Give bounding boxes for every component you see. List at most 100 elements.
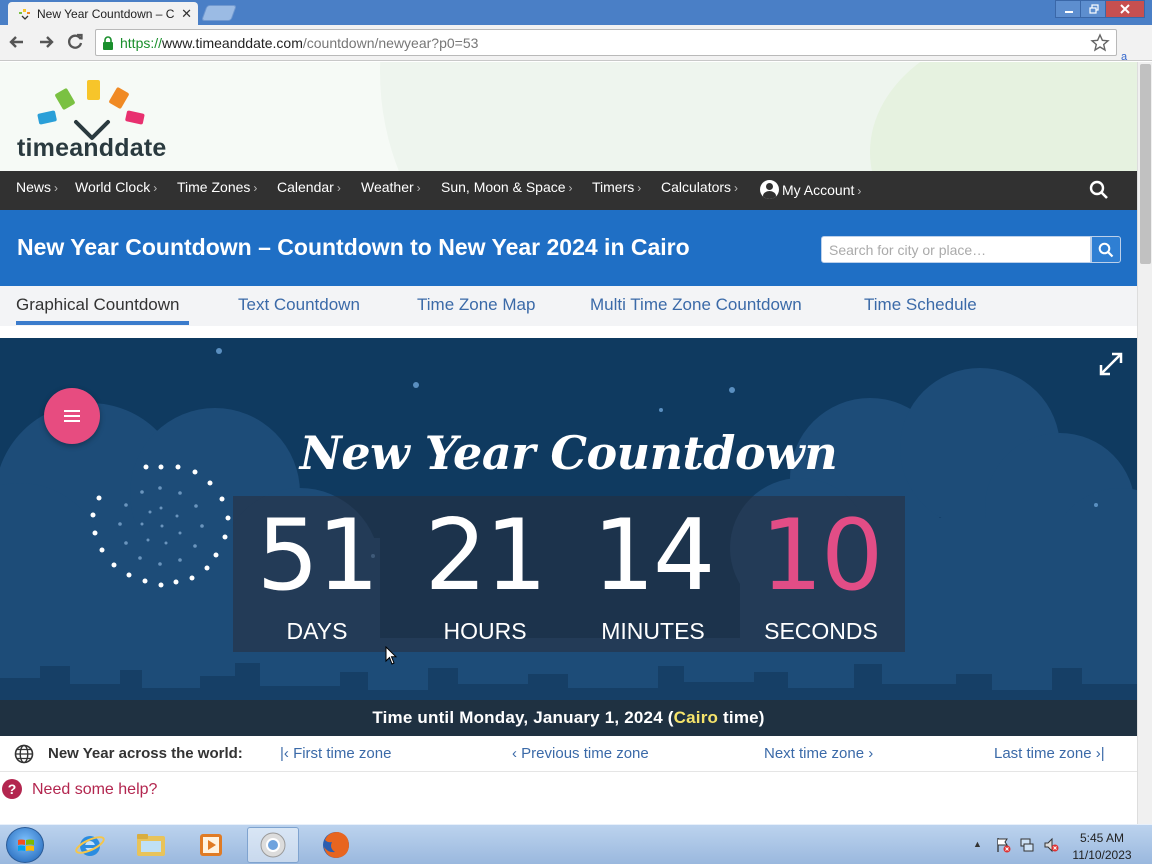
scrollbar-thumb[interactable] bbox=[1140, 64, 1151, 264]
countdown-hours: 21 HOURS bbox=[401, 496, 569, 645]
address-bar[interactable]: https://www.timeanddate.com/countdown/ne… bbox=[95, 29, 1117, 56]
chevron-right-icon: › bbox=[857, 184, 862, 198]
days-label: DAYS bbox=[286, 618, 348, 644]
nav-sun-moon-space[interactable]: Sun, Moon & Space › bbox=[441, 171, 573, 210]
main-navigation: News › World Clock › Time Zones › Calendar ›… bbox=[0, 171, 1137, 210]
action-center-flag-icon[interactable] bbox=[995, 837, 1011, 853]
search-button[interactable] bbox=[1091, 236, 1121, 263]
taskbar-internet-explorer[interactable] bbox=[64, 827, 116, 863]
windows-taskbar: ▲ 5:45 AM 11/10/2023 bbox=[0, 824, 1152, 864]
chrome-icon bbox=[260, 832, 286, 858]
target-city-link[interactable]: Cairo bbox=[674, 708, 718, 727]
nav-label: World Clock bbox=[75, 179, 151, 195]
forward-button[interactable] bbox=[35, 31, 57, 53]
world-label: New Year across the world: bbox=[48, 745, 243, 762]
tab-close-icon[interactable]: ✕ bbox=[181, 6, 192, 22]
countdown-seconds: 10 SECONDS bbox=[737, 496, 905, 645]
arrow-right-icon bbox=[40, 36, 54, 48]
tab-multi-time-zone-countdown[interactable]: Multi Time Zone Countdown bbox=[590, 295, 802, 315]
taskbar-firefox[interactable] bbox=[310, 827, 362, 863]
subtab-bar: Graphical Countdown Text Countdown Time … bbox=[0, 286, 1137, 326]
active-tab-indicator bbox=[16, 321, 189, 325]
previous-label: Previous time zone bbox=[521, 745, 649, 762]
nav-timers[interactable]: Timers › bbox=[592, 171, 641, 210]
tab-graphical-countdown[interactable]: Graphical Countdown bbox=[16, 295, 179, 315]
url-scheme: https:// bbox=[120, 34, 163, 51]
taskbar-file-explorer[interactable] bbox=[125, 827, 177, 863]
web-page: timeanddate News › World Clock › Time Zone… bbox=[0, 62, 1137, 824]
lock-icon bbox=[103, 35, 113, 50]
nav-world-clock[interactable]: World Clock › bbox=[75, 171, 157, 210]
nav-label: My Account bbox=[782, 182, 855, 198]
minutes-value: 14 bbox=[592, 499, 716, 613]
tab-text-countdown[interactable]: Text Countdown bbox=[238, 295, 360, 315]
tab-time-zone-map[interactable]: Time Zone Map bbox=[417, 295, 535, 315]
nav-label: Sun, Moon & Space bbox=[441, 179, 566, 195]
chevron-right-icon: › bbox=[864, 745, 874, 762]
search-input[interactable] bbox=[821, 236, 1091, 263]
tab-time-schedule[interactable]: Time Schedule bbox=[864, 295, 977, 315]
nav-label: Weather bbox=[361, 179, 414, 195]
chevron-right-icon: › bbox=[54, 181, 59, 195]
start-button[interactable] bbox=[6, 827, 44, 863]
nav-weather[interactable]: Weather › bbox=[361, 171, 421, 210]
windows-logo-icon bbox=[18, 839, 34, 851]
nav-label: Calculators bbox=[661, 179, 732, 195]
reload-icon bbox=[68, 33, 83, 49]
clock-time[interactable]: 5:45 AM bbox=[1068, 831, 1136, 845]
days-value: 51 bbox=[256, 499, 380, 613]
page-scrollbar[interactable] bbox=[1137, 62, 1152, 824]
nav-time-zones[interactable]: Time Zones › bbox=[177, 171, 257, 210]
minimize-icon bbox=[1065, 11, 1073, 13]
chevron-right-icon: › bbox=[253, 181, 258, 195]
search-icon bbox=[1098, 242, 1114, 257]
window-minimize-button[interactable] bbox=[1055, 0, 1083, 18]
browser-tab-strip: New Year Countdown – C ✕ bbox=[0, 0, 1152, 25]
arrow-left-icon bbox=[9, 36, 23, 48]
taskbar-chrome[interactable] bbox=[247, 827, 299, 863]
fullscreen-icon[interactable] bbox=[1097, 350, 1125, 378]
browser-toolbar: https://www.timeanddate.com/countdown/ne… bbox=[0, 25, 1152, 76]
last-label: Last time zone bbox=[994, 745, 1092, 762]
tray-overflow-icon[interactable]: ▲ bbox=[973, 839, 982, 849]
next-label: Next time zone bbox=[764, 745, 865, 762]
search-icon[interactable] bbox=[1089, 180, 1109, 200]
nav-my-account[interactable]: My Account › bbox=[760, 174, 861, 213]
restore-icon bbox=[1089, 4, 1099, 14]
site-header: timeanddate bbox=[0, 62, 1137, 171]
nav-calculators[interactable]: Calculators › bbox=[661, 171, 738, 210]
target-prefix: Time until Monday, January 1, 2024 ( bbox=[372, 708, 674, 727]
chevron-right-icon: › bbox=[734, 181, 739, 195]
nav-calendar[interactable]: Calendar › bbox=[277, 171, 341, 210]
firefox-icon bbox=[323, 832, 349, 858]
last-timezone-link[interactable]: Last time zone ›| bbox=[994, 745, 1105, 762]
seconds-value: 10 bbox=[760, 499, 884, 613]
countdown-days: 51 DAYS bbox=[233, 496, 401, 645]
help-icon: ? bbox=[2, 779, 22, 799]
volume-muted-icon[interactable] bbox=[1043, 837, 1059, 853]
seconds-label: SECONDS bbox=[764, 618, 878, 644]
window-close-button[interactable] bbox=[1105, 0, 1145, 18]
next-timezone-link[interactable]: Next time zone › bbox=[764, 745, 873, 762]
browser-tab-active[interactable]: New Year Countdown – C ✕ bbox=[8, 2, 198, 25]
first-timezone-link[interactable]: |‹ First time zone bbox=[280, 745, 391, 762]
reload-button[interactable] bbox=[64, 31, 86, 53]
nav-label: Calendar bbox=[277, 179, 334, 195]
new-tab-button[interactable] bbox=[201, 5, 237, 21]
mouse-cursor-icon bbox=[385, 646, 397, 665]
back-button[interactable] bbox=[6, 31, 28, 53]
media-player-icon bbox=[200, 834, 222, 856]
help-link[interactable]: Need some help? bbox=[32, 781, 157, 799]
page-title-bar: New Year Countdown – Countdown to New Ye… bbox=[0, 210, 1137, 286]
previous-timezone-link[interactable]: ‹ Previous time zone bbox=[512, 745, 649, 762]
clock-date[interactable]: 11/10/2023 bbox=[1068, 848, 1136, 862]
browser-tab-title: New Year Countdown – C bbox=[37, 6, 175, 21]
window-restore-button[interactable] bbox=[1080, 0, 1108, 18]
bookmark-star-icon[interactable] bbox=[1090, 33, 1110, 53]
globe-icon bbox=[14, 744, 34, 764]
page-title: New Year Countdown – Countdown to New Ye… bbox=[17, 234, 690, 260]
site-logo-text[interactable]: timeanddate bbox=[17, 134, 166, 163]
network-icon[interactable] bbox=[1019, 837, 1035, 853]
taskbar-media-player[interactable] bbox=[185, 827, 237, 863]
nav-news[interactable]: News › bbox=[16, 171, 58, 210]
